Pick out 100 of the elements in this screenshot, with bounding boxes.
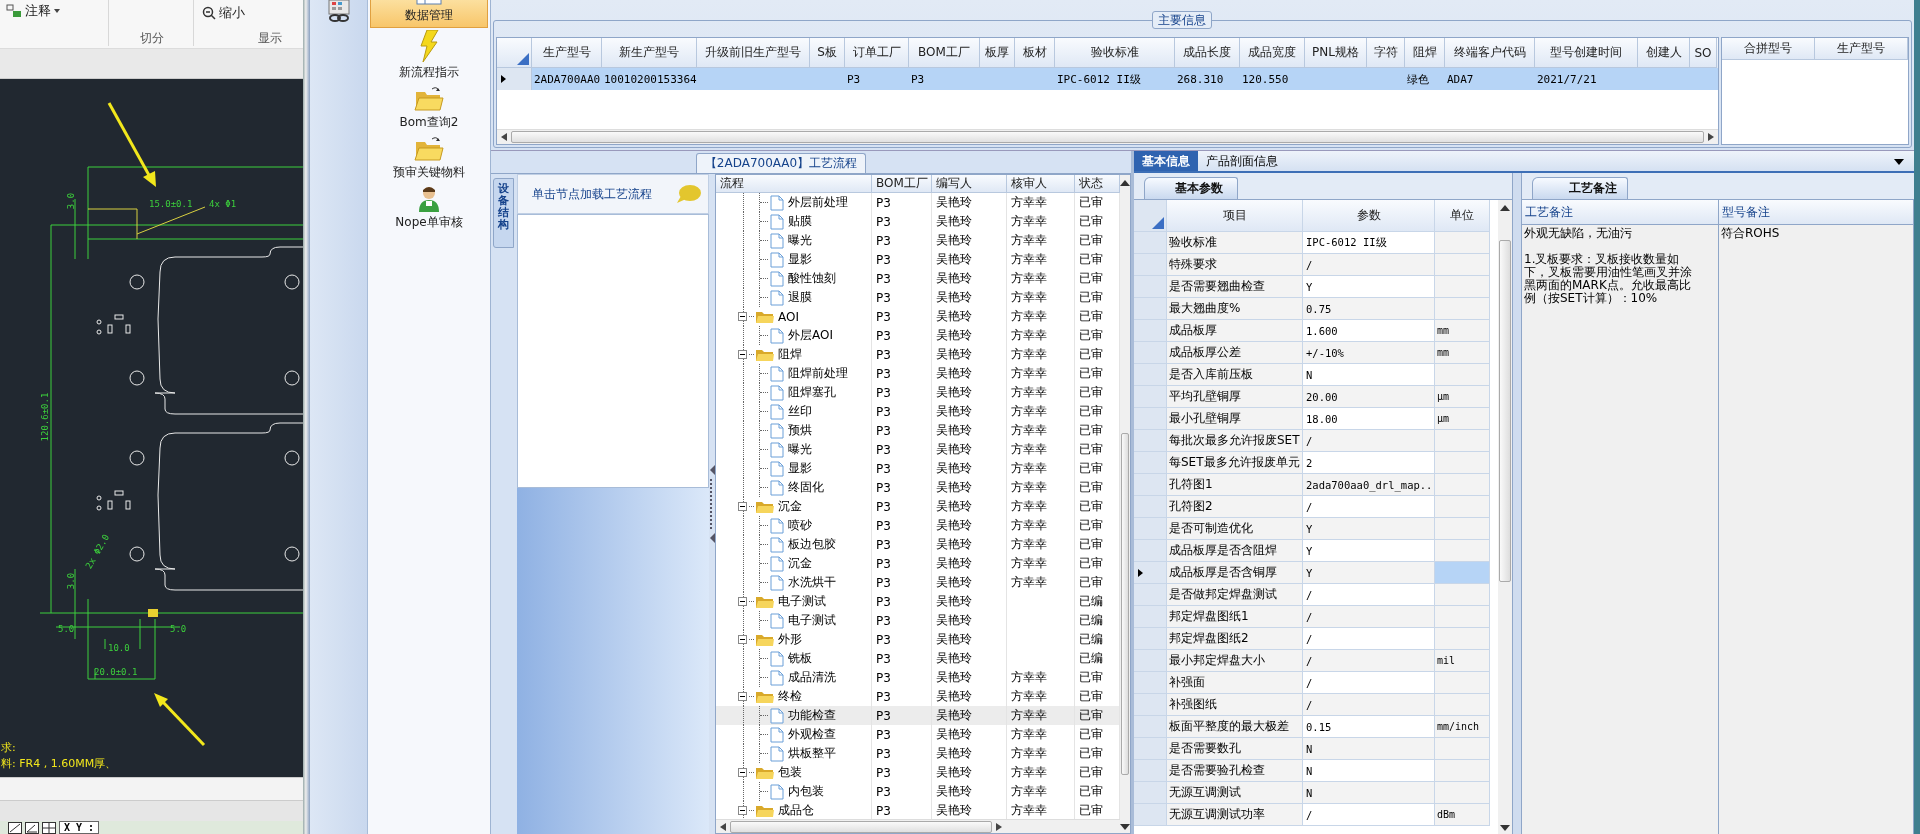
zoom-out-button[interactable]: 缩小 (219, 4, 245, 22)
param-row[interactable]: 无源互调测试功率 / dBm (1134, 804, 1490, 826)
calculator-icon[interactable] (325, 0, 352, 22)
dropdown-caret-icon[interactable] (1894, 159, 1904, 165)
tree-row[interactable]: 预烘 P3 吴艳玲 方幸幸 已审 (716, 421, 1120, 440)
param-row[interactable]: 是否可制造优化 Y (1134, 518, 1490, 540)
param-row[interactable]: 成品板厚是否含铜厚 Y (1134, 562, 1490, 584)
tree-row[interactable]: 烘板整平 P3 吴艳玲 方幸幸 已审 (716, 744, 1120, 763)
column-header[interactable]: 升级前旧生产型号 (697, 38, 810, 68)
column-header[interactable]: 成品宽度 (1240, 38, 1305, 68)
scroll-left-icon[interactable] (501, 133, 507, 141)
param-row[interactable]: 特殊要求 / (1134, 254, 1490, 276)
tree-row[interactable]: 包装 P3 吴艳玲 方幸幸 已审 (716, 763, 1120, 782)
column-header[interactable]: S板 (810, 38, 845, 68)
tree-row[interactable]: 功能检查 P3 吴艳玲 方幸幸 已审 (716, 706, 1120, 725)
column-header[interactable]: SO (1690, 38, 1717, 68)
horizontal-scrollbar[interactable] (497, 129, 1718, 144)
column-header[interactable]: 板厚 (980, 38, 1015, 68)
side-tab[interactable]: 设备结构 (493, 178, 514, 249)
tree-row[interactable]: 外观检查 P3 吴艳玲 方幸幸 已审 (716, 725, 1120, 744)
tree-row[interactable]: 显影 P3 吴艳玲 方幸幸 已审 (716, 459, 1120, 478)
tree-row[interactable]: 曝光 P3 吴艳玲 方幸幸 已审 (716, 231, 1120, 250)
sub-tab[interactable]: 工艺备注 (1532, 177, 1628, 199)
tree-row[interactable]: 显影 P3 吴艳玲 方幸幸 已审 (716, 250, 1120, 269)
param-row[interactable]: 成品板厚公差 +/-10% mm (1134, 342, 1490, 364)
collapse-icon[interactable] (738, 692, 747, 701)
param-row[interactable]: 邦定焊盘图纸2 / (1134, 628, 1490, 650)
param-row[interactable]: 每批次最多允许报废SET / (1134, 430, 1490, 452)
scroll-right-icon[interactable] (1708, 133, 1714, 141)
column-header[interactable]: 板材 (1015, 38, 1055, 68)
column-header[interactable]: 编写人 (932, 175, 1007, 193)
param-row[interactable]: 平均孔壁铜厚 20.00 μm (1134, 386, 1490, 408)
tree-row[interactable]: 沉金 P3 吴艳玲 方幸幸 已审 (716, 497, 1120, 516)
param-row[interactable]: 是否需要数孔 N (1134, 738, 1490, 760)
tab[interactable]: 产品剖面信息 (1198, 151, 1286, 171)
param-row[interactable]: 孔符图1 2ada700aa0_drl_map... (1134, 474, 1490, 496)
nav-item[interactable]: 预审关键物料 (371, 134, 487, 184)
tree-row[interactable]: 外层AOI P3 吴艳玲 方幸幸 已审 (716, 326, 1120, 345)
param-row[interactable]: 是否做邦定焊盘测试 / (1134, 584, 1490, 606)
collapse-icon[interactable] (738, 312, 747, 321)
column-header[interactable]: 字符 (1367, 38, 1405, 68)
vertical-scrollbar[interactable] (1120, 175, 1130, 833)
tree-row[interactable]: 电子测试 P3 吴艳玲 已编 (716, 611, 1120, 630)
tree-row[interactable]: 铣板 P3 吴艳玲 已编 (716, 649, 1120, 668)
column-header[interactable]: 订单工厂 (845, 38, 909, 68)
tree-row[interactable]: 电子测试 P3 吴艳玲 已编 (716, 592, 1120, 611)
param-row[interactable]: 补强面 / (1134, 672, 1490, 694)
tree-row[interactable]: 退膜 P3 吴艳玲 方幸幸 已审 (716, 288, 1120, 307)
param-row[interactable]: 孔符图2 / (1134, 496, 1490, 518)
param-row[interactable]: 是否需要翘曲检查 Y (1134, 276, 1490, 298)
collapse-icon[interactable] (738, 350, 747, 359)
column-header[interactable]: 合拼型号 (1722, 38, 1815, 60)
row-header[interactable] (1134, 562, 1167, 584)
param-row[interactable]: 每SET最多允许报废单元 2 (1134, 452, 1490, 474)
table-row[interactable]: 2ADA700AA0 10010200153364 P3 P3 IPC-6012 II级 268.310 120.550 绿色 ADA7 2021/7/21 (497, 68, 1718, 90)
param-row[interactable]: 板面平整度的最大极差 0.15 mm/inch (1134, 716, 1490, 738)
tree-row[interactable]: 外层前处理 P3 吴艳玲 方幸幸 已审 (716, 193, 1120, 212)
scroll-down-icon[interactable] (1120, 824, 1130, 830)
tree-row[interactable]: 阻焊前处理 P3 吴艳玲 方幸幸 已审 (716, 364, 1120, 383)
tree-row[interactable]: 曝光 P3 吴艳玲 方幸幸 已审 (716, 440, 1120, 459)
arrow-icon[interactable] (709, 533, 715, 543)
param-row[interactable]: 最大翘曲度% 0.75 (1134, 298, 1490, 320)
param-row[interactable]: 验收标准 IPC-6012 II级 (1134, 232, 1490, 254)
nav-item[interactable]: 新流程指示 (371, 28, 487, 84)
column-header[interactable]: BOM工厂 (909, 38, 980, 68)
column-header[interactable]: 参数 (1303, 200, 1435, 232)
column-header[interactable]: 阻焊 (1405, 38, 1445, 68)
collapse-icon[interactable] (738, 502, 747, 511)
scroll-left-icon[interactable] (720, 822, 726, 831)
horizontal-scrollbar[interactable] (716, 819, 1120, 833)
column-header[interactable]: 创建人 (1638, 38, 1690, 68)
param-row[interactable]: 成品板厚 1.600 mm (1134, 320, 1490, 342)
scroll-right-icon[interactable] (996, 822, 1002, 831)
tree-row[interactable]: 贴膜 P3 吴艳玲 方幸幸 已审 (716, 212, 1120, 231)
header-corner[interactable] (497, 38, 532, 68)
tree-row[interactable]: 喷砂 P3 吴艳玲 方幸幸 已审 (716, 516, 1120, 535)
tab[interactable]: 基本信息 (1134, 151, 1198, 171)
param-row[interactable]: 最小孔壁铜厚 18.00 μm (1134, 408, 1490, 430)
tree-row[interactable]: 酸性蚀刻 P3 吴艳玲 方幸幸 已审 (716, 269, 1120, 288)
tree-row[interactable]: 丝印 P3 吴艳玲 方幸幸 已审 (716, 402, 1120, 421)
param-row[interactable]: 邦定焊盘图纸1 / (1134, 606, 1490, 628)
column-header[interactable]: 流程 (716, 175, 872, 193)
param-row[interactable]: 是否需要验孔检查 N (1134, 760, 1490, 782)
row-header[interactable] (497, 68, 532, 90)
annotate-button[interactable]: 注释 (25, 2, 51, 20)
scroll-up-icon[interactable] (1120, 180, 1130, 186)
column-header[interactable]: 状态 (1075, 175, 1120, 193)
column-header[interactable]: 生产型号 (532, 38, 602, 68)
tree-row[interactable]: 外形 P3 吴艳玲 已编 (716, 630, 1120, 649)
scroll-up-icon[interactable] (1500, 205, 1510, 211)
tree-row[interactable]: 终固化 P3 吴艳玲 方幸幸 已审 (716, 478, 1120, 497)
column-header[interactable]: 新生产型号 (602, 38, 697, 68)
column-header[interactable]: BOM工厂 (872, 175, 932, 193)
tree-row[interactable]: AOI P3 吴艳玲 方幸幸 已审 (716, 307, 1120, 326)
tree-row[interactable]: 内包装 P3 吴艳玲 方幸幸 已审 (716, 782, 1120, 801)
tree-row[interactable]: 阻焊塞孔 P3 吴艳玲 方幸幸 已审 (716, 383, 1120, 402)
tree-row[interactable]: 阻焊 P3 吴艳玲 方幸幸 已审 (716, 345, 1120, 364)
param-row[interactable]: 是否入库前压板 N (1134, 364, 1490, 386)
column-header[interactable]: 项目 (1167, 200, 1303, 232)
column-header[interactable]: 验收标准 (1055, 38, 1175, 68)
